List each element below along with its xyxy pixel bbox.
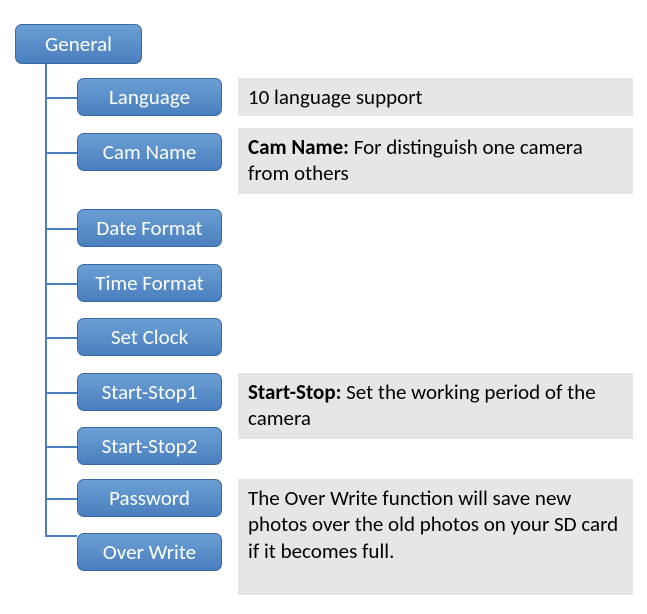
tree-branch (45, 498, 77, 500)
desc-language: 10 language support (238, 78, 633, 116)
node-password: Password (77, 479, 222, 517)
desc-label: Cam Name: (248, 134, 349, 160)
node-label: Start-Stop2 (102, 433, 198, 459)
node-date-format: Date Format (77, 209, 222, 247)
tree-branch (45, 97, 77, 99)
node-label: Language (109, 84, 190, 110)
desc-cam-name: Cam Name: For distinguish one camera fro… (238, 128, 633, 194)
node-label: Start-Stop1 (102, 379, 198, 405)
node-time-format: Time Format (77, 264, 222, 302)
tree-branch (45, 337, 77, 339)
desc-text: The Over Write function will save new ph… (248, 485, 618, 564)
tree-branch (45, 392, 77, 394)
tree-branch (45, 152, 77, 154)
tree-branch (45, 228, 77, 230)
node-label: Time Format (95, 270, 203, 296)
node-cam-name: Cam Name (77, 133, 222, 171)
node-label: Cam Name (103, 139, 197, 165)
desc-label: Start-Stop: (248, 379, 341, 405)
desc-over-write: The Over Write function will save new ph… (238, 479, 633, 595)
node-label: Password (109, 485, 190, 511)
tree-branch (45, 283, 77, 285)
tree-branch (45, 535, 77, 537)
node-start-stop1: Start-Stop1 (77, 373, 222, 411)
node-language: Language (77, 78, 222, 116)
node-label: Date Format (96, 215, 202, 241)
node-start-stop2: Start-Stop2 (77, 427, 222, 465)
tree-trunk (45, 64, 47, 536)
desc-text: 10 language support (248, 84, 423, 110)
desc-start-stop: Start-Stop: Set the working period of th… (238, 373, 633, 439)
node-label: Set Clock (111, 324, 188, 350)
tree-branch (45, 446, 77, 448)
node-label: Over Write (103, 539, 196, 565)
node-general: General (15, 24, 142, 64)
node-label: General (45, 31, 112, 57)
node-over-write: Over Write (77, 533, 222, 571)
node-set-clock: Set Clock (77, 318, 222, 356)
